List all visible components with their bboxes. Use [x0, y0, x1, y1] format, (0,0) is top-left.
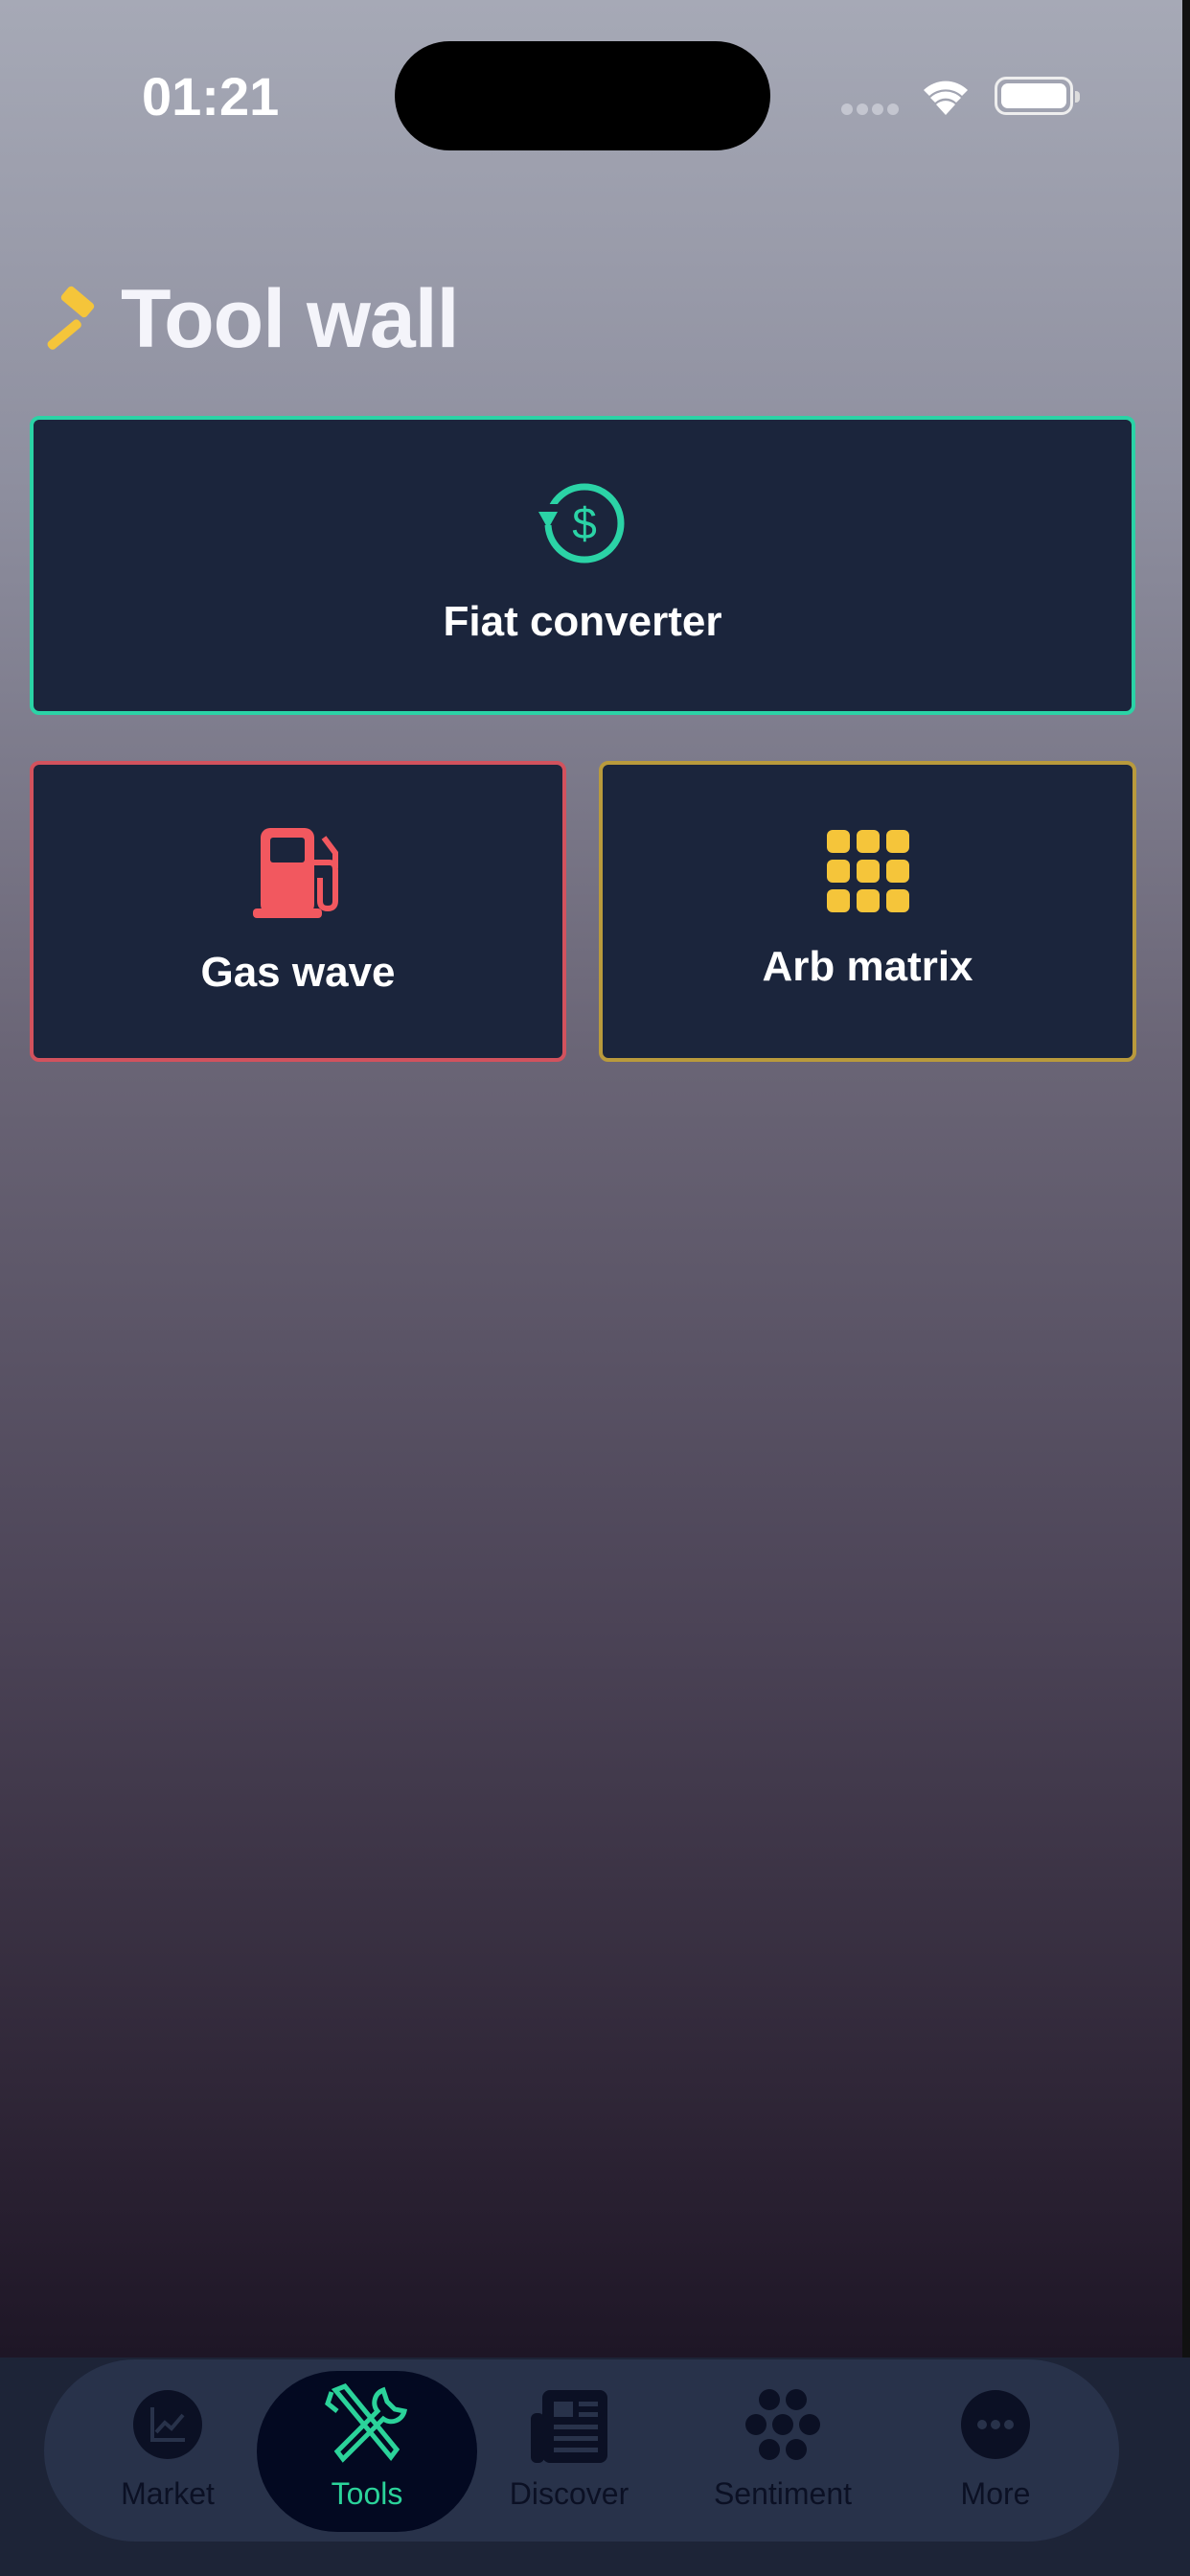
tab-tools[interactable]: Tools [281, 2359, 453, 2542]
cellular-signal-icon [841, 104, 901, 117]
tab-sentiment[interactable]: Sentiment [697, 2359, 869, 2542]
tool-card-fiat-converter[interactable]: $ Fiat converter [30, 416, 1135, 715]
tool-label-arb-matrix: Arb matrix [762, 943, 973, 990]
status-time: 01:21 [142, 66, 280, 126]
battery-icon [995, 77, 1080, 115]
more-icon [961, 2390, 1030, 2459]
newspaper-icon [531, 2390, 607, 2463]
wifi-icon [924, 80, 968, 115]
tab-label-sentiment: Sentiment [713, 2476, 853, 2511]
tab-label-market: Market [121, 2476, 215, 2511]
page-header: Tool wall [33, 272, 460, 365]
flower-icon [745, 2389, 820, 2460]
tool-card-gas-wave[interactable]: Gas wave [30, 761, 566, 1062]
tab-label-tools: Tools [331, 2476, 403, 2511]
tab-discover[interactable]: Discover [483, 2359, 655, 2542]
tools-icon [325, 2382, 408, 2463]
tab-label-discover: Discover [509, 2476, 629, 2511]
tool-card-arb-matrix[interactable]: Arb matrix [599, 761, 1136, 1062]
currency-exchange-icon: $ [538, 483, 625, 564]
page-title: Tool wall [121, 272, 460, 365]
screen-edge [1182, 0, 1190, 2576]
tab-more[interactable]: More [909, 2359, 1082, 2542]
tool-label-fiat-converter: Fiat converter [443, 598, 722, 645]
hammer-icon [47, 286, 95, 350]
fuel-pump-icon [253, 828, 338, 918]
chart-icon [133, 2390, 202, 2459]
tab-market[interactable]: Market [81, 2359, 254, 2542]
tool-label-gas-wave: Gas wave [200, 949, 396, 996]
svg-text:$: $ [572, 498, 597, 548]
dynamic-island [395, 41, 770, 150]
tab-label-more: More [960, 2476, 1031, 2511]
grid-icon [826, 830, 909, 912]
